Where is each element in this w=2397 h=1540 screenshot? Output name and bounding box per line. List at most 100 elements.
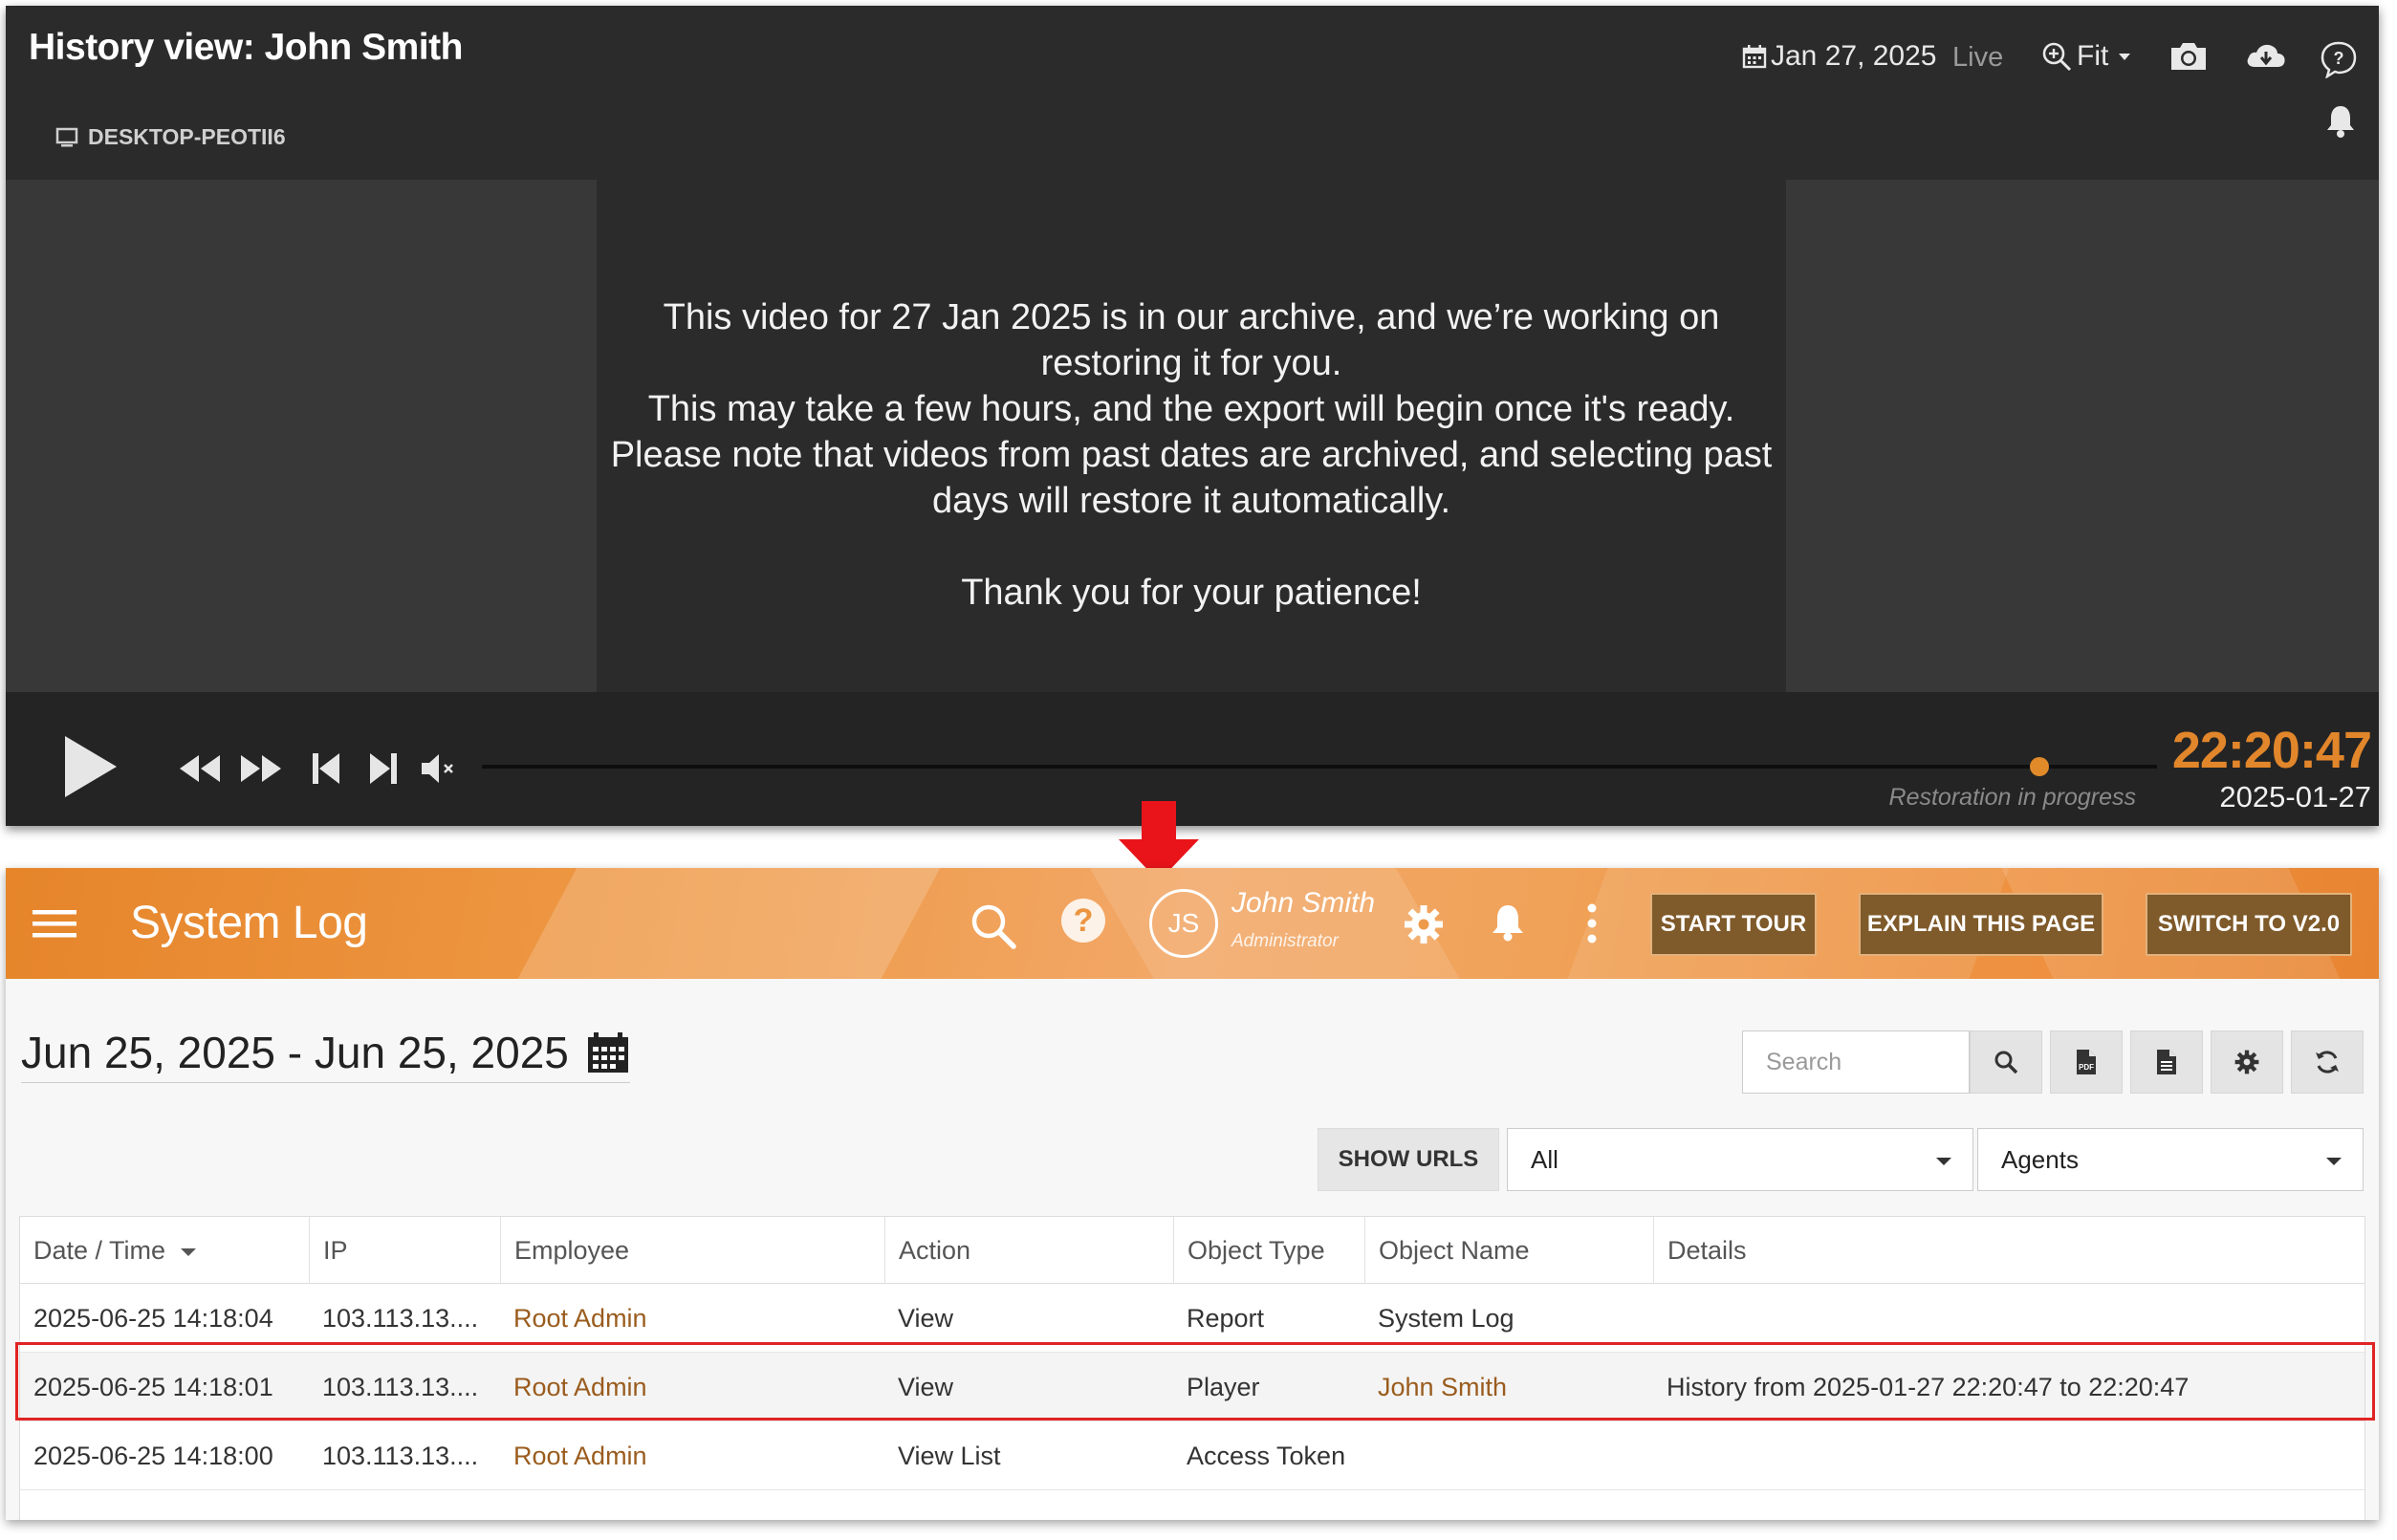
zoom-dropdown[interactable]: Fit	[2040, 40, 2133, 73]
message-line: restoring it for you.	[1040, 343, 1342, 383]
cell-object-name: System Log	[1378, 1304, 1514, 1333]
message-line: This video for 27 Jan 2025 is in our arc…	[663, 297, 1720, 337]
cell-action: View List	[898, 1442, 1001, 1470]
column-header-ip[interactable]: IP	[309, 1217, 500, 1283]
zoom-in-icon	[2042, 42, 2072, 72]
message-thanks: Thank you for your patience!	[961, 573, 1422, 613]
search-icon	[1994, 1051, 2018, 1074]
search-button[interactable]	[1970, 1030, 2042, 1094]
calendar-icon	[1742, 45, 1767, 69]
app-header: System Log ? JS John Smith Administrator…	[6, 868, 2379, 979]
svg-text:?: ?	[2334, 49, 2344, 68]
help-button[interactable]: ?	[2320, 40, 2358, 78]
fast-forward-icon[interactable]	[239, 753, 283, 784]
message-line: days will restore it automatically.	[931, 481, 1451, 521]
cell-details: History from 2025-01-27 22:20:47 to 22:2…	[1667, 1373, 2190, 1401]
message-line: Please note that videos from past dates …	[610, 435, 1773, 475]
skip-next-icon[interactable]	[367, 751, 400, 786]
timeline-progress	[482, 765, 2040, 769]
column-header-object-name[interactable]: Object Name	[1364, 1217, 1653, 1283]
caret-down-icon	[2326, 1158, 2342, 1165]
agents-filter-select[interactable]: Agents	[1977, 1128, 2364, 1191]
cell-action: View	[898, 1373, 954, 1401]
system-log-table: Date / Time IP Employee Action Object Ty…	[19, 1216, 2365, 1520]
gear-icon[interactable]	[1404, 904, 1444, 944]
bell-icon[interactable]	[1490, 902, 1526, 943]
caret-down-icon	[1936, 1158, 1951, 1165]
help-bubble-icon: ?	[2321, 41, 2357, 78]
cell-details	[1653, 1421, 2366, 1489]
table-row[interactable]: 2025-06-25 14:18:00 103.113.13.... Root …	[20, 1421, 2364, 1490]
caret-down-icon	[2119, 54, 2131, 60]
pdf-file-icon: PDF	[2077, 1050, 2096, 1074]
cell-object-name	[1364, 1421, 1653, 1489]
date-label: Jan 27, 2025	[1771, 40, 1937, 72]
user-role: Administrator	[1231, 931, 1339, 951]
start-tour-button[interactable]: START TOUR	[1650, 893, 1817, 956]
skip-previous-icon[interactable]	[310, 751, 342, 786]
calendar-icon	[587, 1032, 628, 1073]
play-icon[interactable]	[59, 732, 120, 801]
table-settings-button[interactable]	[2211, 1030, 2283, 1094]
table-row-partial	[20, 1490, 2364, 1520]
date-range-picker[interactable]: Jun 25, 2025 - Jun 25, 2025	[21, 1027, 630, 1083]
cloud-download-icon	[2247, 44, 2285, 67]
cell-employee-link[interactable]: Root Admin	[500, 1284, 884, 1352]
table-row[interactable]: 2025-06-25 14:18:04 103.113.13.... Root …	[20, 1284, 2364, 1353]
column-header-employee[interactable]: Employee	[500, 1217, 884, 1283]
zoom-label: Fit	[2077, 40, 2109, 72]
timeline-slider[interactable]	[482, 757, 2157, 776]
column-header-details[interactable]: Details	[1653, 1217, 2366, 1283]
cell-datetime: 2025-06-25 14:18:00	[33, 1442, 273, 1470]
gear-icon	[2234, 1050, 2259, 1074]
notifications-button[interactable]	[2323, 103, 2358, 140]
cell-object-type: Player	[1187, 1373, 1260, 1401]
snapshot-button[interactable]	[2168, 40, 2209, 73]
column-header-action[interactable]: Action	[884, 1217, 1173, 1283]
monitor-icon	[55, 127, 78, 146]
cell-employee-link[interactable]: Root Admin	[500, 1421, 884, 1489]
switch-version-button[interactable]: SWITCH TO V2.0	[2146, 893, 2352, 956]
device-label: DESKTOP-PEOTII6	[55, 124, 286, 150]
table-row[interactable]: 2025-06-25 14:18:01 103.113.13.... Root …	[20, 1353, 2364, 1421]
live-button[interactable]: Live	[1952, 42, 2003, 74]
timeline-handle[interactable]	[2030, 757, 2050, 776]
page-title: System Log	[130, 898, 368, 948]
volume-mute-icon[interactable]	[419, 751, 459, 786]
help-icon[interactable]: ?	[1061, 899, 1105, 943]
user-name[interactable]: John Smith	[1231, 887, 1375, 920]
device-name: DESKTOP-PEOTII6	[88, 124, 286, 149]
viewer-title: History view: John Smith	[29, 27, 463, 68]
cell-object-type: Report	[1187, 1304, 1265, 1333]
explain-page-button[interactable]: EXPLAIN THIS PAGE	[1859, 893, 2103, 956]
refresh-button[interactable]	[2291, 1030, 2364, 1094]
download-button[interactable]	[2245, 40, 2287, 71]
avatar[interactable]: JS	[1149, 889, 1218, 958]
search-icon[interactable]	[970, 902, 1017, 950]
export-document-button[interactable]	[2130, 1030, 2203, 1094]
cell-employee-link[interactable]: Root Admin	[500, 1353, 884, 1421]
more-vertical-icon[interactable]	[1585, 902, 1599, 944]
table-header: Date / Time IP Employee Action Object Ty…	[20, 1217, 2364, 1284]
clock-date: 2025-01-27	[2219, 780, 2371, 813]
cell-ip: 103.113.13....	[322, 1442, 479, 1470]
hamburger-menu-icon[interactable]	[33, 908, 76, 939]
search-input[interactable]	[1742, 1030, 1970, 1094]
sort-desc-icon	[181, 1247, 197, 1256]
action-filter-value: All	[1531, 1145, 1558, 1174]
video-stage-left	[6, 180, 597, 692]
show-urls-button[interactable]: SHOW URLS	[1318, 1128, 1499, 1191]
refresh-icon	[2316, 1051, 2339, 1074]
rewind-icon[interactable]	[178, 753, 222, 784]
column-header-object-type[interactable]: Object Type	[1173, 1217, 1364, 1283]
message-line: This may take a few hours, and the expor…	[647, 389, 1735, 429]
history-viewer: History view: John Smith DESKTOP-PEOTII6…	[6, 6, 2379, 826]
column-header-datetime[interactable]: Date / Time	[20, 1217, 309, 1283]
date-picker[interactable]: Jan 27, 2025	[1742, 40, 1936, 73]
action-filter-select[interactable]: All	[1507, 1128, 1973, 1191]
cell-object-name-link[interactable]: John Smith	[1364, 1353, 1653, 1421]
agents-filter-value: Agents	[2001, 1145, 2079, 1174]
export-pdf-button[interactable]: PDF	[2050, 1030, 2123, 1094]
system-log-app: System Log ? JS John Smith Administrator…	[6, 868, 2379, 1520]
document-icon	[2157, 1050, 2176, 1074]
